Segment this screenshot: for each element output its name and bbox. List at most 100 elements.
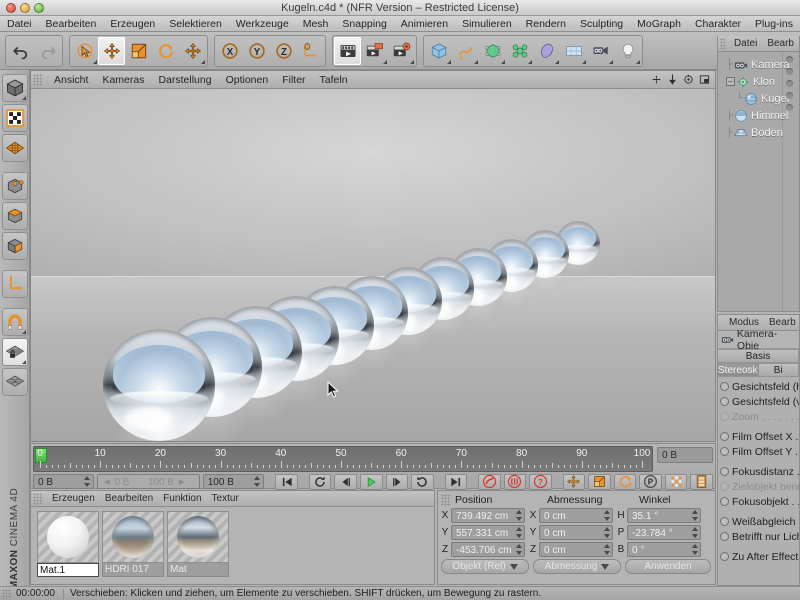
flyout-arrow-icon[interactable] xyxy=(21,96,26,100)
key-param-button[interactable]: P xyxy=(639,473,662,490)
autokey-button[interactable] xyxy=(503,473,527,490)
add-nurbs-button[interactable] xyxy=(479,37,506,65)
material-menu-erzeugen[interactable]: Erzeugen xyxy=(47,491,100,507)
record-keyframe-button[interactable] xyxy=(478,473,501,490)
angle-h-input[interactable]: 35.1 ° xyxy=(627,508,701,523)
flyout-arrow-icon[interactable] xyxy=(201,59,205,64)
viewport-nav-icons[interactable] xyxy=(649,73,715,87)
menu-item-snapping[interactable]: Snapping xyxy=(335,16,393,31)
axis-mode-button[interactable] xyxy=(1,270,28,298)
menu-item-erzeugen[interactable]: Erzeugen xyxy=(103,16,162,31)
dolly-icon[interactable] xyxy=(665,73,679,87)
collapse-toggle[interactable]: – xyxy=(726,77,735,86)
viewport-menu-ansicht[interactable]: Ansicht xyxy=(47,71,95,89)
menu-item-mograph[interactable]: MoGraph xyxy=(630,16,688,31)
flyout-arrow-icon[interactable] xyxy=(474,59,478,64)
property-toggle[interactable] xyxy=(720,382,729,391)
timeline-end-field[interactable]: 0 B xyxy=(657,447,713,463)
z-axis-lock-button[interactable]: Z xyxy=(270,37,297,65)
spinner-arrows[interactable] xyxy=(515,510,522,521)
undo-button[interactable] xyxy=(7,37,34,65)
viewport-menu-kameras[interactable]: Kameras xyxy=(95,71,151,89)
attribute-row[interactable]: Betrifft nur Lich xyxy=(718,529,799,544)
attribute-row[interactable]: Gesichtsfeld (ve xyxy=(718,394,799,409)
flyout-arrow-icon[interactable] xyxy=(609,59,613,64)
chrome-sphere[interactable] xyxy=(103,329,215,441)
spinner-arrows[interactable] xyxy=(691,510,698,521)
material-item[interactable]: Mat xyxy=(167,511,229,577)
attribute-tab-bi[interactable]: Bi xyxy=(758,363,799,377)
object-manager-grip-icon[interactable] xyxy=(720,37,725,50)
material-item[interactable]: Mat.1 xyxy=(37,511,99,577)
property-toggle[interactable] xyxy=(720,482,729,491)
coordinate-mode-button[interactable]: Objekt (Rel) xyxy=(441,559,529,574)
add-deformer-button[interactable] xyxy=(533,37,560,65)
key-position-button[interactable] xyxy=(562,473,586,490)
go-to-end-button[interactable] xyxy=(444,473,468,490)
spinner-arrows[interactable] xyxy=(691,527,698,538)
object-visibility-dots[interactable] xyxy=(786,56,793,111)
property-toggle[interactable] xyxy=(720,412,729,421)
visibility-dot[interactable] xyxy=(786,104,793,111)
key-pla-button[interactable] xyxy=(664,473,688,490)
property-toggle[interactable] xyxy=(720,517,729,526)
menu-item-animieren[interactable]: Animieren xyxy=(394,16,455,31)
object-menu-datei[interactable]: Datei xyxy=(729,36,762,52)
timeline-controls-row[interactable]: 0 B ◄ 0 B 100 B ► 100 B? P xyxy=(33,473,714,490)
viewport-menu-bar[interactable]: Ansicht Kameras Darstellung Optionen Filter T… xyxy=(31,71,715,89)
attribute-row[interactable]: Film Offset X . . xyxy=(718,429,799,444)
spinner-arrows[interactable] xyxy=(254,476,261,487)
texture-mode-button[interactable] xyxy=(1,104,28,132)
snap-magnet-button[interactable] xyxy=(1,308,28,336)
material-list[interactable]: Mat.1 HDRI 017 Mat xyxy=(31,507,434,577)
size-mode-button[interactable]: Abmessung xyxy=(533,559,621,574)
loop-end-field[interactable]: 100 B xyxy=(202,474,264,489)
position-y-input[interactable]: 557.331 cm xyxy=(451,525,525,540)
object-tree[interactable]: ├ Kamera – Klon └ Kugel ├ Himmel ├ Boden xyxy=(718,52,799,311)
polygon-mesh-button[interactable] xyxy=(1,134,28,162)
attribute-row[interactable]: Weißabgleich (K xyxy=(718,514,799,529)
property-toggle[interactable] xyxy=(720,467,729,476)
material-menu-bearbeiten[interactable]: Bearbeiten xyxy=(100,491,158,507)
material-manager-grip-icon[interactable] xyxy=(33,492,43,505)
property-toggle[interactable] xyxy=(720,397,729,406)
property-toggle[interactable] xyxy=(720,532,729,541)
size-z-input[interactable]: 0 cm xyxy=(539,542,613,557)
coordinate-grip-icon[interactable] xyxy=(441,494,451,506)
key-rotation-button[interactable] xyxy=(613,473,637,490)
material-preview[interactable] xyxy=(167,511,229,563)
angle-column[interactable]: H 35.1 ° P -23.784 ° B 0 ° xyxy=(617,508,701,557)
workplane-button[interactable] xyxy=(1,368,28,396)
visibility-dot[interactable] xyxy=(786,68,793,75)
attribute-row[interactable]: Zoom . . . . . . . . xyxy=(718,409,799,424)
size-column[interactable]: X 0 cm Y 0 cm Z 0 cm xyxy=(529,508,613,557)
material-preview[interactable] xyxy=(37,511,99,563)
menu-item-plug-ins[interactable]: Plug-ins xyxy=(748,16,800,31)
size-y-input[interactable]: 0 cm xyxy=(539,525,613,540)
x-axis-lock-button[interactable]: X xyxy=(216,37,243,65)
material-menu-funktion[interactable]: Funktion xyxy=(158,491,206,507)
flyout-arrow-icon[interactable] xyxy=(636,59,640,64)
visibility-dot[interactable] xyxy=(786,92,793,99)
step-forward-button[interactable] xyxy=(385,473,409,490)
add-floor-button[interactable] xyxy=(560,37,587,65)
flyout-arrow-icon[interactable] xyxy=(582,59,586,64)
menu-item-datei[interactable]: Datei xyxy=(0,16,39,31)
go-to-start-button[interactable] xyxy=(275,473,299,490)
render-view-button[interactable] xyxy=(334,36,361,65)
spinner-arrows[interactable] xyxy=(84,476,91,487)
material-preview[interactable] xyxy=(102,511,164,563)
pan-icon[interactable] xyxy=(649,73,663,87)
attribute-tab-stereoskopie[interactable]: Stereoskopie xyxy=(718,363,759,377)
edges-mode-button[interactable] xyxy=(1,202,28,230)
attribute-property-list[interactable]: Gesichtsfeld (ho Gesichtsfeld (ve Zoom . .… xyxy=(718,377,799,564)
add-camera-button[interactable] xyxy=(587,37,614,65)
render-region-button[interactable] xyxy=(361,37,388,65)
add-cube-button[interactable] xyxy=(425,37,452,65)
current-frame-field[interactable]: 0 B xyxy=(33,474,94,489)
menu-item-rendern[interactable]: Rendern xyxy=(519,16,573,31)
spinner-arrows[interactable] xyxy=(691,544,698,555)
material-manager-menu[interactable]: Erzeugen Bearbeiten Funktion Textur xyxy=(31,491,434,507)
spinner-arrows[interactable] xyxy=(603,510,610,521)
menu-item-sculpting[interactable]: Sculpting xyxy=(573,16,630,31)
